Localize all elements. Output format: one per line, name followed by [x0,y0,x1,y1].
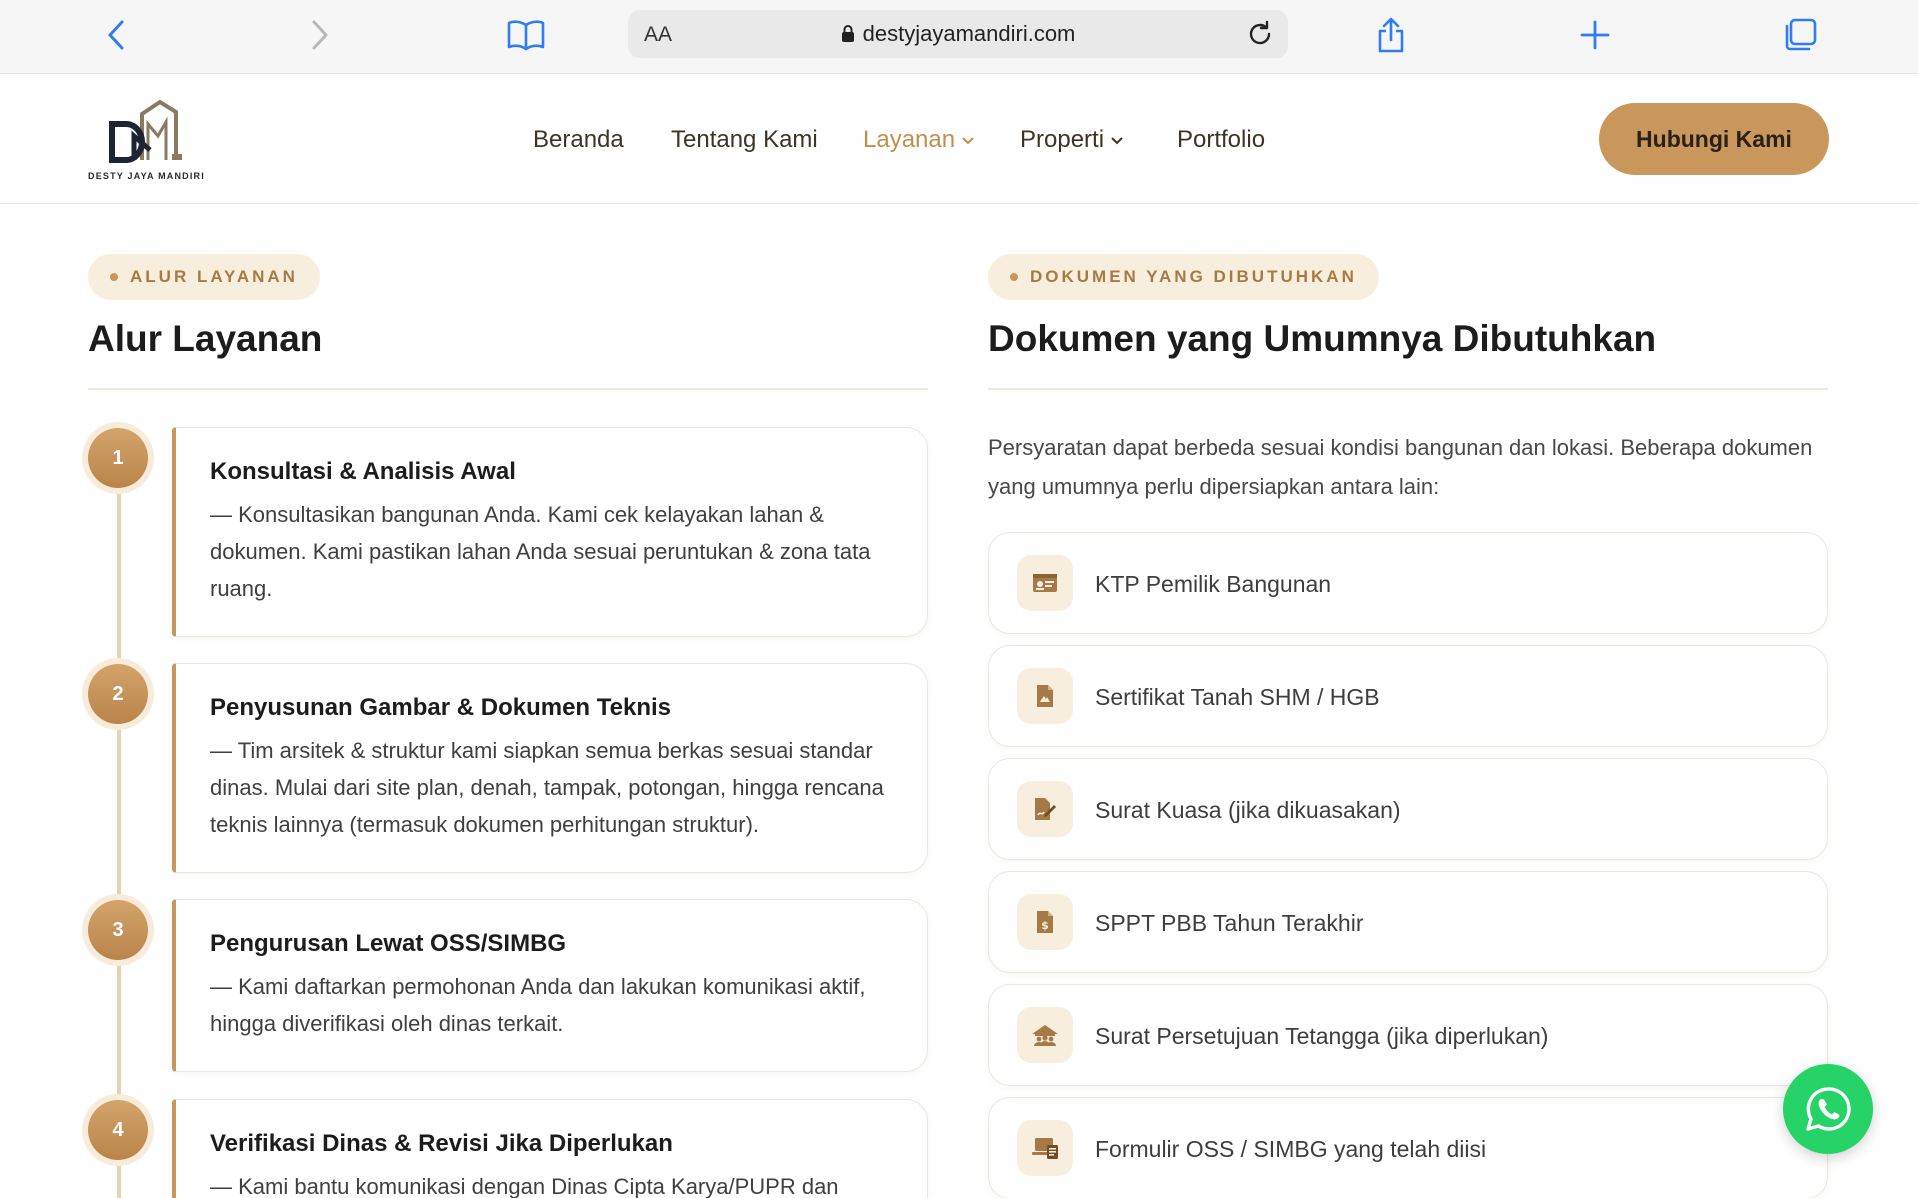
nav-layanan-label: Layanan [863,126,956,153]
step-number: 2 [88,664,148,724]
url-display[interactable]: destyjayamandiri.com [628,21,1288,47]
badge-dot [1010,273,1018,281]
doc-item: KTP Pemilik Bangunan [988,532,1828,634]
doc-item: $ SPPT PBB Tahun Terakhir [988,871,1828,973]
step-desc: — Tim arsitek & struktur kami siapkan se… [210,738,884,837]
step-number: 4 [88,1100,148,1160]
step-desc: — Konsultasikan bangunan Anda. Kami cek … [210,502,871,601]
logo[interactable]: DESTY JAYA MANDIRI [88,98,214,184]
chevron-down-icon [962,137,974,145]
lock-icon [841,25,854,42]
hubungi-kami-button[interactable]: Hubungi Kami [1599,103,1829,175]
alur-title: Alur Layanan [88,318,323,359]
step-title: Penyusunan Gambar & Dokumen Teknis [210,694,672,721]
nav-layanan[interactable]: Layanan [863,126,975,154]
bookmarks-icon[interactable] [503,12,549,58]
forward-icon[interactable] [297,12,343,58]
logo-mark-icon [109,99,182,163]
step-desc: — Kami daftarkan permohonan Anda dan lak… [210,974,866,1036]
doc-label: KTP Pemilik Bangunan [1095,571,1332,597]
dokumen-title: Dokumen yang Umumnya Dibutuhkan [988,318,1657,359]
badge-dot [110,273,118,281]
doc-label: Sertifikat Tanah SHM / HGB [1095,684,1380,710]
id-card-icon [1017,555,1073,611]
nav-portfolio[interactable]: Portfolio [1177,126,1265,154]
doc-label: Formulir OSS / SIMBG yang telah diisi [1095,1136,1487,1162]
doc-label: Surat Persetujuan Tetangga (jika diperlu… [1095,1023,1549,1049]
nav-tentang-kami[interactable]: Tentang Kami [671,126,818,154]
neighbors-icon [1017,1007,1073,1063]
file-document-icon [1017,668,1073,724]
dokumen-badge: DOKUMEN YANG DIBUTUHKAN [988,254,1379,300]
doc-label: Surat Kuasa (jika dikuasakan) [1095,797,1401,823]
alur-badge: ALUR LAYANAN [88,254,320,300]
whatsapp-icon [1806,1087,1851,1131]
share-icon[interactable] [1368,12,1414,58]
dokumen-intro: Persyaratan dapat berbeda sesuai kondisi… [988,435,1813,499]
tabs-overview-icon[interactable] [1777,12,1823,58]
step-desc: — Kami bantu komunikasi dengan Dinas Cip… [210,1174,839,1198]
doc-item: Sertifikat Tanah SHM / HGB [988,645,1828,747]
browser-toolbar: AA destyjayamandiri.com [0,0,1918,74]
step-title: Verifikasi Dinas & Revisi Jika Diperluka… [210,1130,673,1157]
step-number: 1 [88,428,148,488]
doc-item: Formulir OSS / SIMBG yang telah diisi [988,1097,1828,1198]
doc-label: SPPT PBB Tahun Terakhir [1095,910,1364,936]
file-signature-icon [1017,781,1073,837]
dokumen-badge-label: DOKUMEN YANG DIBUTUHKAN [1030,267,1357,286]
whatsapp-button[interactable] [1783,1064,1873,1154]
chevron-down-icon [1111,137,1123,145]
logo-text: DESTY JAYA MANDIRI [88,171,205,181]
nav-properti[interactable]: Properti [1020,126,1124,154]
step-title: Pengurusan Lewat OSS/SIMBG [210,930,567,957]
site-header: DESTY JAYA MANDIRI Beranda Tentang Kami … [0,74,1918,204]
doc-item: Surat Kuasa (jika dikuasakan) [988,758,1828,860]
doc-item: Surat Persetujuan Tetangga (jika diperlu… [988,984,1828,1086]
url-text: destyjayamandiri.com [862,21,1076,46]
nav-beranda[interactable]: Beranda [533,126,624,154]
form-online-icon [1017,1120,1073,1176]
back-icon[interactable] [93,12,139,58]
alur-badge-label: ALUR LAYANAN [130,267,298,286]
svg-text:$: $ [1041,919,1049,932]
reload-icon[interactable] [1242,16,1278,52]
step-title: Konsultasi & Analisis Awal [210,458,516,485]
step-card: Pengurusan Lewat OSS/SIMBG — Kami daftar… [172,899,928,1072]
address-bar[interactable]: AA destyjayamandiri.com [628,10,1288,58]
step-card: Verifikasi Dinas & Revisi Jika Diperluka… [172,1099,928,1198]
file-invoice-icon: $ [1017,894,1073,950]
nav-properti-label: Properti [1020,126,1105,153]
new-tab-icon[interactable] [1572,12,1618,58]
timeline-line [117,480,121,1198]
step-card: Penyusunan Gambar & Dokumen Teknis — Tim… [172,663,928,873]
dokumen-divider [988,388,1828,390]
step-number: 3 [88,900,148,960]
step-card: Konsultasi & Analisis Awal — Konsultasik… [172,427,928,637]
alur-divider [88,388,928,390]
